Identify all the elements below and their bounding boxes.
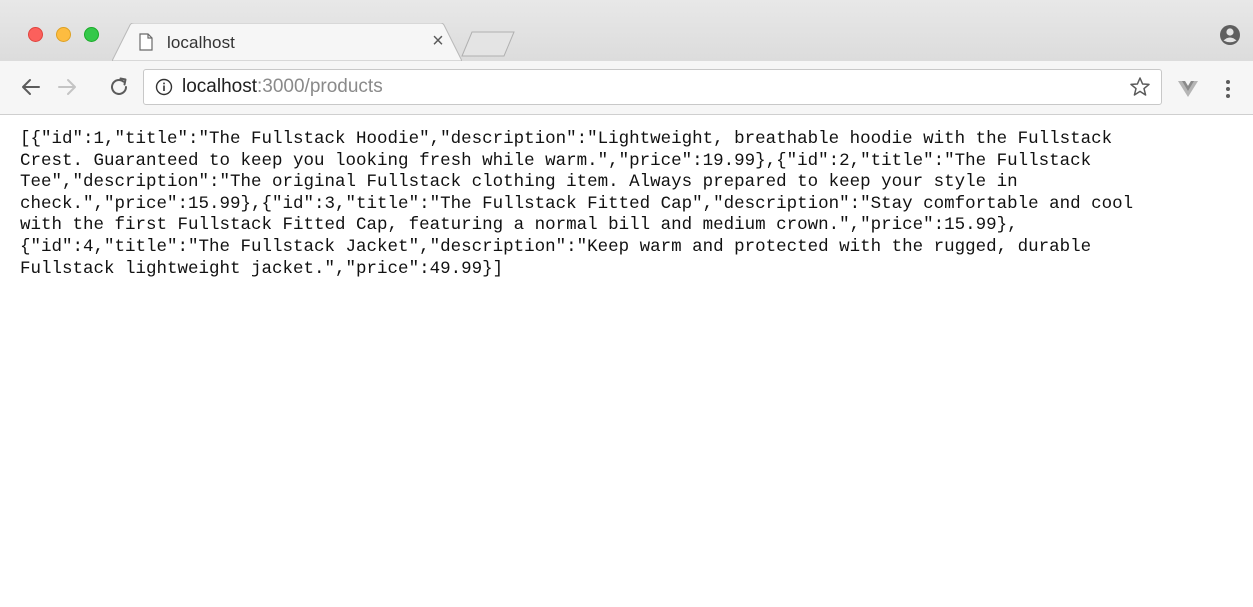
json-response-text: [{"id":1,"title":"The Fullstack Hoodie",… <box>20 129 1134 279</box>
address-bar[interactable]: localhost:3000/products <box>143 69 1162 105</box>
arrow-right-icon[interactable] <box>54 74 80 100</box>
profile-icon[interactable] <box>1219 24 1241 46</box>
url-path: :3000/products <box>257 76 383 97</box>
info-icon[interactable] <box>155 78 173 96</box>
star-icon[interactable] <box>1129 76 1151 98</box>
arrow-left-icon[interactable] <box>18 74 44 100</box>
more-vert-icon[interactable] <box>1224 78 1232 100</box>
tab-strip: localhost × <box>0 0 1253 61</box>
window-maximize-button[interactable] <box>84 27 99 42</box>
new-tab-button[interactable] <box>460 30 516 58</box>
tab-title: localhost <box>167 33 235 52</box>
tab-localhost[interactable]: localhost × <box>112 23 462 61</box>
window-minimize-button[interactable] <box>56 27 71 42</box>
reload-icon[interactable] <box>106 74 132 100</box>
document-icon <box>139 33 153 51</box>
url-text[interactable]: localhost:3000/products <box>182 76 383 98</box>
page-content: [{"id":1,"title":"The Fullstack Hoodie",… <box>0 115 1253 607</box>
tab-background <box>112 23 462 61</box>
url-host: localhost <box>182 76 257 97</box>
vue-devtools-icon[interactable] <box>1177 80 1199 98</box>
tab-close-icon[interactable]: × <box>428 31 448 51</box>
window-close-button[interactable] <box>28 27 43 42</box>
browser-toolbar: localhost:3000/products <box>0 61 1253 115</box>
